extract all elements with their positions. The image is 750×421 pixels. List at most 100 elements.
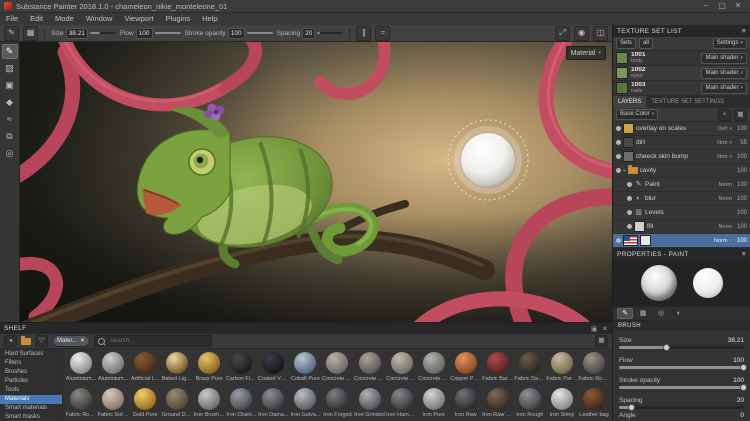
layer-row-blur[interactable]: ◐ blur Norm 100 bbox=[613, 192, 750, 206]
channel-dropdown[interactable]: Base Color ▾ bbox=[616, 109, 658, 120]
shelf-search[interactable] bbox=[94, 335, 212, 347]
material-item[interactable]: Coated Velvet bbox=[257, 351, 289, 387]
visibility-eye-icon[interactable] bbox=[627, 196, 632, 201]
material-item[interactable]: Leather bag bbox=[578, 387, 610, 421]
material-item[interactable]: Fabric Pare... bbox=[546, 351, 578, 387]
menu-window[interactable]: Window bbox=[80, 13, 119, 25]
blend-mode-dropdown[interactable]: Norm bbox=[719, 182, 732, 188]
layer-row-cavity-folder[interactable]: ▾ cavity 100 bbox=[613, 164, 750, 178]
size-value[interactable]: 38.21 bbox=[66, 28, 88, 39]
material-item[interactable]: Iron Galva... bbox=[289, 387, 321, 421]
blend-mode-dropdown[interactable]: Ovrl bbox=[717, 126, 727, 132]
material-item[interactable]: Iron Grinded bbox=[354, 387, 386, 421]
layer-row-levels[interactable]: ▥ Levels 100 bbox=[613, 206, 750, 220]
layer-row-fill[interactable]: fill Norm 100 bbox=[613, 220, 750, 234]
grid-view-icon[interactable]: ▦ bbox=[595, 335, 608, 347]
smudge-tool[interactable]: ≈ bbox=[2, 112, 18, 127]
stroke-opacity-control[interactable]: Stroke opacity 100 bbox=[185, 28, 273, 39]
sets-button[interactable]: Sets bbox=[616, 38, 636, 49]
material-item[interactable]: Iron Dama... bbox=[257, 387, 289, 421]
shelf-category-item[interactable]: Smart masks bbox=[0, 413, 62, 421]
main-shader-dropdown[interactable]: Main shader ▾ bbox=[701, 53, 747, 64]
layer-opacity[interactable]: 100 bbox=[734, 154, 747, 160]
material-item[interactable]: Gold Pure bbox=[129, 387, 161, 421]
visibility-eye-icon[interactable] bbox=[627, 210, 632, 215]
visibility-eye-icon[interactable] bbox=[616, 140, 621, 145]
layer-row-selected-fill[interactable]: Norm ▾ 100 bbox=[613, 234, 750, 248]
tab-texture-set-settings[interactable]: TEXTURE SET SETTINGS bbox=[646, 96, 729, 108]
menu-edit[interactable]: Edit bbox=[24, 13, 49, 25]
lazy-mouse-icon[interactable]: ≈ bbox=[375, 26, 390, 41]
funnel-filter-icon[interactable]: ▽ bbox=[35, 335, 48, 347]
brush-slider-row[interactable]: Flow 100 bbox=[619, 353, 744, 372]
slider-value[interactable]: 0 bbox=[740, 412, 744, 419]
material-item[interactable]: Baked Light... bbox=[161, 351, 193, 387]
flow-slider[interactable] bbox=[155, 32, 181, 34]
folder-icon[interactable] bbox=[21, 338, 31, 345]
slider-value[interactable]: 100 bbox=[733, 357, 744, 364]
layer-opacity[interactable]: 100 bbox=[734, 182, 747, 188]
stencil-settings-tab[interactable]: ▦ bbox=[635, 308, 651, 319]
layer-opacity[interactable]: 55 bbox=[734, 140, 747, 146]
alpha-settings-tab[interactable]: ◐ bbox=[671, 308, 687, 319]
fullscreen-icon[interactable]: ⤢ bbox=[555, 26, 570, 41]
size-control[interactable]: Size 38.21 bbox=[51, 28, 116, 39]
material-picker-tool[interactable]: ◎ bbox=[2, 146, 18, 161]
shelf-category-item[interactable]: Tools bbox=[0, 386, 62, 395]
shelf-category-item[interactable]: Hard Surfaces bbox=[0, 350, 62, 359]
slider-track[interactable] bbox=[619, 386, 744, 389]
remove-filter-icon[interactable]: ✕ bbox=[80, 336, 85, 346]
paint-brush-tool[interactable]: ✎ bbox=[2, 44, 18, 59]
material-item[interactable]: Aluminium... bbox=[65, 351, 97, 387]
material-item[interactable]: Iron Raw D... bbox=[482, 387, 514, 421]
properties-header[interactable]: PROPERTIES - PAINT ≡ bbox=[613, 248, 750, 260]
brush-section-header[interactable]: BRUSH bbox=[613, 321, 750, 331]
blend-mode-dropdown[interactable]: Nrm bbox=[717, 154, 727, 160]
layer-row-cheeck-skin-bump[interactable]: cheeck skin bump Nrm ▾ 100 bbox=[613, 150, 750, 164]
folder-expand-icon[interactable]: ▾ bbox=[623, 168, 626, 174]
slider-track[interactable] bbox=[619, 406, 744, 409]
menu-help[interactable]: Help bbox=[196, 13, 223, 25]
layer-row-dirt[interactable]: dirt Nrm ▾ 55 bbox=[613, 136, 750, 150]
brush-alpha-preview[interactable] bbox=[641, 265, 677, 301]
back-icon[interactable]: ◂ bbox=[4, 335, 17, 347]
brush-slider-row[interactable]: Size 38.21 bbox=[619, 333, 744, 352]
material-item[interactable]: Concrete B... bbox=[354, 351, 386, 387]
material-item[interactable]: Brass Pure bbox=[193, 351, 225, 387]
add-layer-icon[interactable]: + bbox=[718, 109, 731, 121]
tab-layers[interactable]: LAYERS bbox=[613, 96, 646, 108]
symmetry-icon[interactable]: ∥ bbox=[356, 26, 371, 41]
slider-value[interactable]: 38.21 bbox=[728, 337, 744, 344]
material-item[interactable]: Artificial L... bbox=[129, 351, 161, 387]
minimize-button[interactable]: – bbox=[698, 0, 714, 12]
dock-panel-icon[interactable]: ▣ bbox=[591, 325, 598, 333]
maximize-button[interactable]: ▢ bbox=[714, 0, 730, 12]
material-item[interactable]: Iron Raw bbox=[450, 387, 482, 421]
spacing-slider[interactable] bbox=[317, 32, 343, 34]
flow-value[interactable]: 100 bbox=[136, 28, 153, 39]
material-item[interactable]: Iron Forged bbox=[321, 387, 353, 421]
material-item[interactable]: Iron Chain... bbox=[225, 387, 257, 421]
menu-viewport[interactable]: Viewport bbox=[118, 13, 159, 25]
settings-dropdown[interactable]: Settings ▾ bbox=[713, 38, 747, 49]
slider-value[interactable]: 100 bbox=[733, 377, 744, 384]
visibility-eye-icon[interactable] bbox=[616, 154, 621, 159]
material-item[interactable]: Fabric Rough bbox=[578, 351, 610, 387]
material-item[interactable]: Concrete A... bbox=[321, 351, 353, 387]
spacing-value[interactable]: 20 bbox=[302, 28, 315, 39]
size-slider[interactable] bbox=[90, 32, 116, 34]
layer-opacity[interactable]: 100 bbox=[734, 126, 747, 132]
material-item[interactable]: Iron Pure bbox=[418, 387, 450, 421]
visibility-eye-icon[interactable] bbox=[616, 126, 621, 131]
shelf-category-item[interactable]: Brushes bbox=[0, 368, 62, 377]
material-item[interactable]: Fabric Dam... bbox=[514, 351, 546, 387]
menu-mode[interactable]: Mode bbox=[49, 13, 80, 25]
layer-opacity[interactable]: 100 bbox=[734, 168, 747, 174]
layer-row-overlay-on-scales[interactable]: overlay on scales Ovrl ▾ 100 bbox=[613, 122, 750, 136]
visibility-eye-icon[interactable] bbox=[627, 182, 632, 187]
layer-opacity[interactable]: 100 bbox=[734, 210, 747, 216]
blend-mode-dropdown[interactable]: Norm bbox=[714, 238, 727, 244]
viewport-display-mode-dropdown[interactable]: Material ▾ bbox=[566, 46, 606, 60]
material-item[interactable]: Ground Du... bbox=[161, 387, 193, 421]
projection-tool[interactable]: ▣ bbox=[2, 78, 18, 93]
